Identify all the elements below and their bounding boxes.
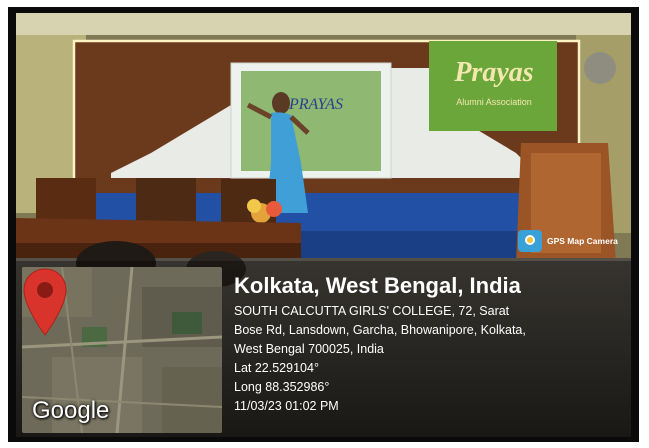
address-line-1: SOUTH CALCUTTA GIRLS' COLLEGE, 72, Sarat	[234, 304, 510, 318]
city-title: Kolkata, West Bengal, India	[234, 273, 521, 298]
location-info: Kolkata, West Bengal, India SOUTH CALCUT…	[234, 273, 629, 416]
banner-title: Prayas	[453, 57, 533, 88]
google-logo: Google	[32, 397, 110, 424]
camera-icon	[518, 230, 542, 252]
gps-map-camera-label: GPS Map Camera	[547, 236, 618, 246]
location-pin-icon	[23, 268, 67, 336]
address-line-3: West Bengal 700025, India	[234, 342, 384, 356]
gps-map-camera-badge: GPS Map Camera	[518, 230, 618, 252]
banner-subtitle: Alumni Association	[456, 97, 532, 107]
latitude: Lat 22.529104°	[234, 361, 319, 375]
photo-frame: PRAYAS Prayas Alumni Association GPS Map…	[8, 7, 639, 442]
stage-photo: PRAYAS Prayas Alumni Association GPS Map…	[16, 13, 631, 437]
map-thumbnail: Google	[22, 267, 222, 433]
screen-title: PRAYAS	[288, 96, 343, 113]
address-line-2: Bose Rd, Lansdown, Garcha, Bhowanipore, …	[234, 323, 526, 337]
timestamp: 11/03/23 01:02 PM	[234, 399, 339, 413]
longitude: Long 88.352986°	[234, 380, 330, 394]
